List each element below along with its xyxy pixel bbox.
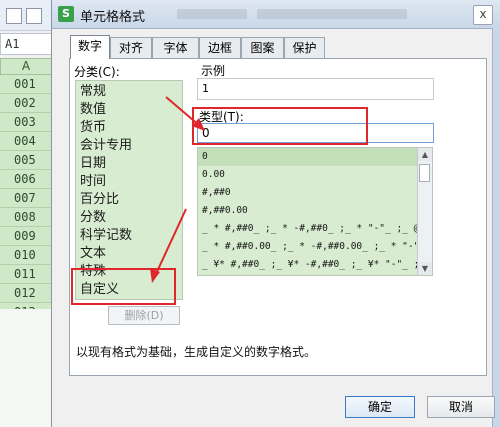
annotation-arrows — [150, 96, 205, 283]
tab-number[interactable]: 数字 — [70, 35, 110, 59]
arrow-to-custom — [154, 208, 187, 277]
arrow-to-type — [165, 96, 201, 127]
